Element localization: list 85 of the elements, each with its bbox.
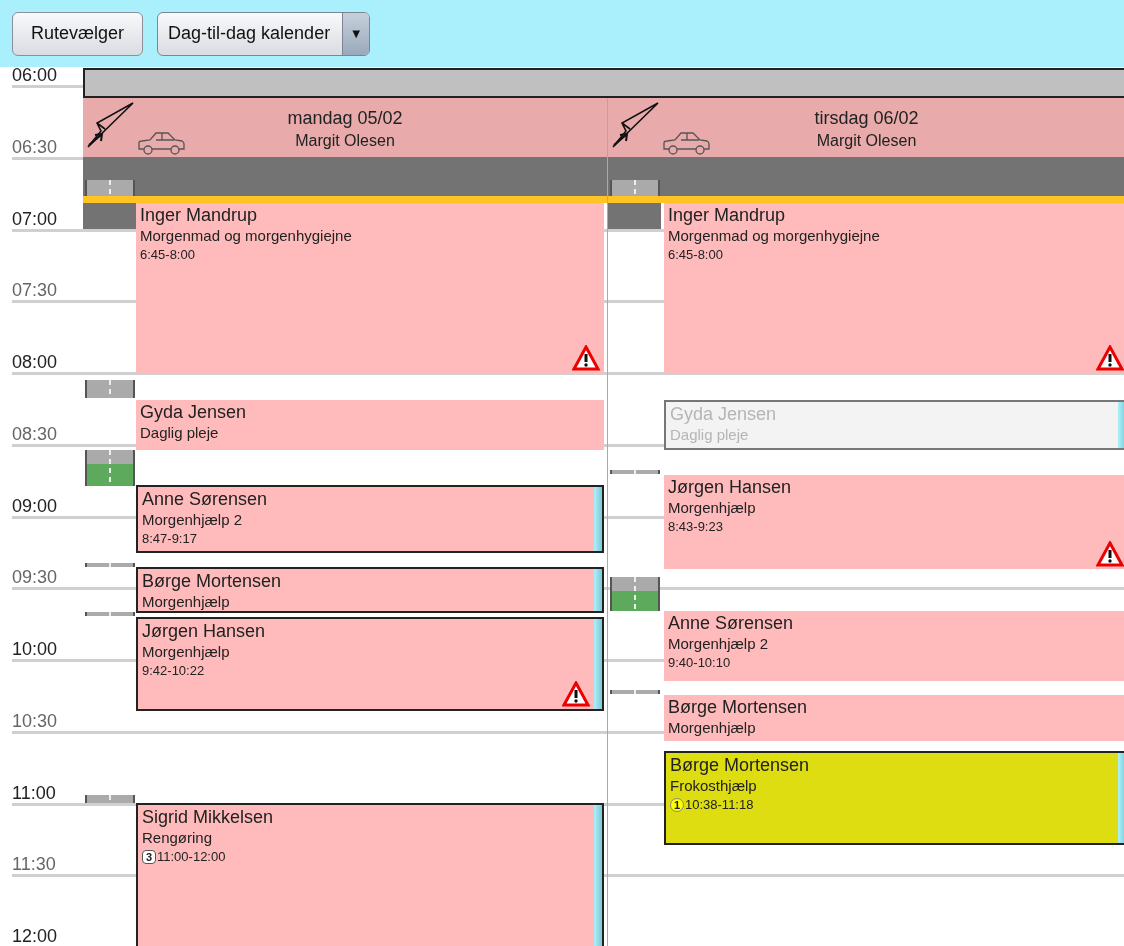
road-icon xyxy=(610,470,660,474)
time-label: 12:00 xyxy=(12,926,58,946)
route-button[interactable]: Rutevælger xyxy=(12,11,144,56)
warning-icon xyxy=(1096,541,1124,567)
count-badge: 1 xyxy=(670,798,684,812)
car-icon[interactable] xyxy=(137,130,185,156)
road-icon xyxy=(610,577,660,611)
warning-icon xyxy=(562,681,590,707)
task-name: Morgenhjælp xyxy=(142,592,231,612)
time-range: 6:45-8:00 xyxy=(668,246,723,264)
task-name: Morgenhjælp 2 xyxy=(142,510,244,530)
time-label: 09:30 xyxy=(12,567,58,588)
client-name: Gyda Jensen xyxy=(670,403,778,425)
task-name: Morgenmad og morgenhygiejne xyxy=(140,226,353,246)
car-icon[interactable] xyxy=(662,130,710,156)
task-name: Morgenhjælp xyxy=(142,642,231,662)
road-icon xyxy=(85,450,135,486)
color-strip xyxy=(594,487,602,551)
client-name: Gyda Jensen xyxy=(140,401,248,423)
time-label: 11:00 xyxy=(12,782,56,803)
client-name: Børge Mortensen xyxy=(670,754,811,776)
paper-plane-icon[interactable] xyxy=(85,101,135,149)
event-card[interactable]: Sigrid Mikkelsen Rengøring 3 11:00-12:00 xyxy=(136,803,604,946)
time-range: 10:38-11:18 xyxy=(685,796,754,814)
event-card[interactable]: Jørgen Hansen Morgenhjælp 9:42-10:22 xyxy=(136,617,604,711)
event-card[interactable]: Anne Sørensen Morgenhjælp 2 9:40-10:10 xyxy=(664,611,1124,681)
time-label: 11:30 xyxy=(12,854,56,875)
client-name: Anne Sørensen xyxy=(142,488,269,510)
client-name: Børge Mortensen xyxy=(668,696,809,718)
road-icon xyxy=(610,690,660,694)
event-card[interactable]: Børge Mortensen Frokosthjælp 1 10:38-11:18 xyxy=(664,751,1124,845)
warning-icon xyxy=(1096,345,1124,371)
client-name: Sigrid Mikkelsen xyxy=(142,806,275,828)
time-range: 6:45-8:00 xyxy=(140,246,195,264)
task-name: Daglig pleje xyxy=(140,423,220,443)
event-card[interactable]: Jørgen Hansen Morgenhjælp 8:43-9:23 xyxy=(664,475,1124,569)
event-card[interactable]: Børge Mortensen Morgenhjælp xyxy=(664,695,1124,741)
client-name: Børge Mortensen xyxy=(142,570,283,592)
color-strip xyxy=(1118,402,1124,448)
client-name: Anne Sørensen xyxy=(668,612,795,634)
road-icon xyxy=(85,563,135,567)
employee-name: Margit Olesen xyxy=(295,131,395,151)
travel-block xyxy=(83,203,136,229)
task-name: Morgenhjælp 2 xyxy=(668,634,770,654)
time-label: 07:00 xyxy=(12,208,58,229)
paper-plane-icon[interactable] xyxy=(610,101,660,149)
time-range: 8:43-9:23 xyxy=(668,518,723,536)
warning-icon xyxy=(572,345,600,371)
time-label: 07:30 xyxy=(12,280,58,301)
view-dropdown[interactable]: Dag-til-dag kalender ▼ xyxy=(157,11,371,56)
time-label: 10:30 xyxy=(12,710,58,731)
time-range: 9:42-10:22 xyxy=(142,662,205,680)
road-icon xyxy=(85,795,135,803)
time-label: 08:00 xyxy=(12,352,58,372)
event-card[interactable]: Inger Mandrup Morgenmad og morgenhygiejne 6:45-8:00 xyxy=(664,203,1124,373)
task-name: Morgenmad og morgenhygiejne xyxy=(668,226,881,246)
task-name: Morgenhjælp xyxy=(668,718,757,738)
road-icon xyxy=(85,612,135,616)
time-label: 06:30 xyxy=(12,136,58,157)
event-card[interactable]: Børge Mortensen Morgenhjælp xyxy=(136,567,604,613)
task-name: Morgenhjælp xyxy=(668,498,757,518)
color-strip xyxy=(594,569,602,611)
day-date: tirsdag 06/02 xyxy=(814,107,919,130)
road-icon xyxy=(85,380,135,398)
time-label: 09:00 xyxy=(12,495,58,516)
event-card[interactable]: Anne Sørensen Morgenhjælp 2 8:47-9:17 xyxy=(136,485,604,553)
task-name: Daglig pleje xyxy=(670,425,750,445)
client-name: Inger Mandrup xyxy=(668,204,787,226)
time-range: 8:47-9:17 xyxy=(142,530,197,548)
day-date: mandag 05/02 xyxy=(287,107,403,130)
client-name: Jørgen Hansen xyxy=(142,620,267,642)
time-label: 06:00 xyxy=(12,67,58,85)
event-card[interactable]: Gyda Jensen Daglig pleje xyxy=(136,400,604,450)
client-name: Jørgen Hansen xyxy=(668,476,793,498)
time-range: 9:40-10:10 xyxy=(668,654,731,672)
employee-name: Margit Olesen xyxy=(816,131,917,151)
client-name: Inger Mandrup xyxy=(140,204,259,226)
task-name: Frokosthjælp xyxy=(670,776,758,796)
task-name: Rengøring xyxy=(142,828,214,848)
time-label: 08:30 xyxy=(12,423,58,444)
travel-block xyxy=(608,203,661,229)
time-range: 11:00-12:00 xyxy=(157,848,226,866)
time-label: 10:00 xyxy=(12,639,58,659)
count-badge: 3 xyxy=(142,850,156,864)
event-card[interactable]: Inger Mandrup Morgenmad og morgenhygiejne 6:45-8:00 xyxy=(136,203,604,373)
